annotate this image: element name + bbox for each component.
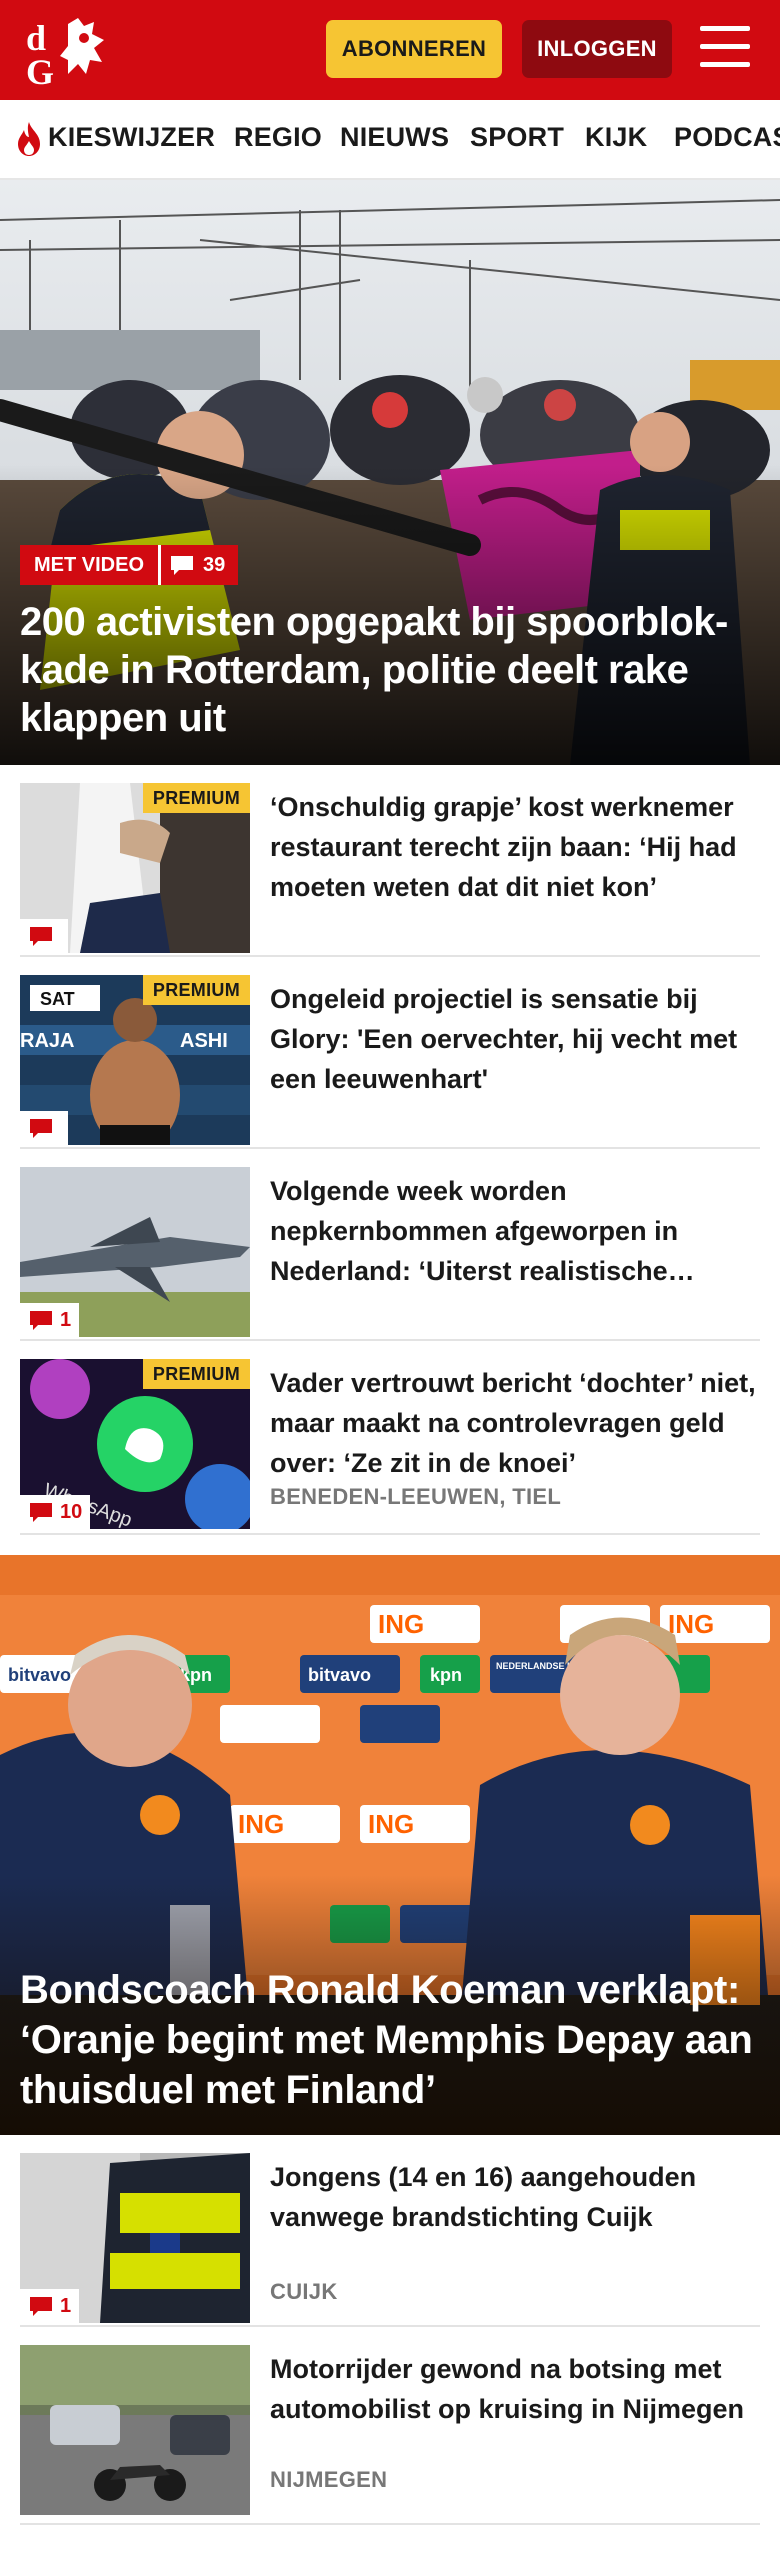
comment-badge[interactable]: 1 — [20, 1303, 80, 1337]
nav-item-sport[interactable]: SPORT — [470, 122, 564, 153]
article-thumbnail: 1 — [20, 1167, 250, 1337]
comment-badge[interactable] — [20, 919, 68, 953]
article-location: NIJMEGEN — [270, 2467, 388, 2492]
comment-badge[interactable]: 10 — [20, 1495, 91, 1529]
hamburger-menu-icon[interactable] — [700, 26, 752, 72]
nav-item-regio[interactable]: REGIO — [234, 122, 322, 153]
comment-icon — [30, 1311, 52, 1330]
article-headline[interactable]: Ongeleid projectiel is sensatie bij Glor… — [270, 979, 760, 1099]
svg-text:ASHI: ASHI — [180, 1030, 228, 1052]
article-thumbnail: 1 — [20, 2153, 250, 2323]
article-location: CUIJK — [270, 2279, 338, 2304]
premium-badge: PREMIUM — [142, 783, 250, 813]
svg-text:G: G — [26, 52, 54, 90]
article-thumbnail: WhatsApp PREMIUM 10 — [20, 1359, 250, 1529]
article-item[interactable]: 1 Volgende week worden nepkernbommen afg… — [20, 1149, 760, 1341]
featured-headline[interactable]: Bondscoach Ronald Koeman verklapt: ‘Oran… — [20, 1965, 770, 2115]
svg-text:SAT: SAT — [40, 989, 75, 1009]
svg-text:kpn: kpn — [430, 1665, 462, 1685]
article-thumbnail — [20, 2345, 250, 2515]
premium-badge: PREMIUM — [142, 975, 250, 1005]
flame-icon — [18, 122, 40, 156]
comment-count: 10 — [60, 1500, 83, 1523]
featured-article[interactable]: ING ING bitvavo kpn bitvavo kpn NEDERLAN… — [0, 1555, 780, 2135]
article-item[interactable]: 1 Jongens (14 en 16) aangehouden vanwege… — [20, 2135, 760, 2327]
article-thumbnail: SAT RAJA ASHI PREMIUM — [20, 975, 250, 1145]
video-badge: MET VIDEO — [20, 545, 159, 585]
comment-count: 1 — [60, 1308, 72, 1331]
article-item[interactable]: PREMIUM ‘Onschuldig grapje’ kost werknem… — [20, 765, 760, 957]
comment-count: 1 — [60, 2294, 72, 2317]
de-gelderlander-logo[interactable]: d G — [22, 14, 122, 90]
comment-icon — [30, 927, 52, 946]
svg-text:bitvavo: bitvavo — [308, 1665, 371, 1685]
nav-item-kijk[interactable]: KIJK — [585, 122, 647, 153]
article-headline[interactable]: Vader vertrouwt bericht ‘dochter’ niet, … — [270, 1363, 760, 1483]
banner-ing-text: ING — [378, 1609, 424, 1639]
svg-text:ING: ING — [668, 1609, 714, 1639]
article-headline[interactable]: Motorrijder gewond na botsing met automo… — [270, 2349, 760, 2429]
comment-count-badge[interactable]: 39 — [158, 545, 238, 585]
article-item[interactable]: SAT RAJA ASHI PREMIUM Ongeleid projectie… — [20, 957, 760, 1149]
svg-text:ING: ING — [368, 1809, 414, 1839]
nav-item-kieswijzer[interactable]: KIESWIJZER — [48, 122, 215, 153]
article-item[interactable]: Motorrijder gewond na botsing met automo… — [20, 2327, 760, 2525]
comment-badge[interactable]: 1 — [20, 2289, 80, 2323]
article-location: BENEDEN-LEEUWEN, TIEL — [270, 1484, 562, 1509]
premium-badge: PREMIUM — [142, 1359, 250, 1389]
article-headline[interactable]: Volgende week worden nepkernbommen afgew… — [270, 1171, 760, 1291]
article-headline[interactable]: Jongens (14 en 16) aangehouden vanwege b… — [270, 2157, 760, 2237]
comment-icon — [30, 1119, 52, 1138]
svg-text:RAJA: RAJA — [20, 1030, 74, 1052]
login-button[interactable]: INLOGGEN — [522, 20, 672, 78]
subscribe-button[interactable]: ABONNEREN — [326, 20, 502, 78]
article-thumbnail: PREMIUM — [20, 783, 250, 953]
nav-item-nieuws[interactable]: NIEUWS — [340, 122, 449, 153]
comment-icon — [171, 556, 193, 575]
banner-bitvavo-text: bitvavo — [8, 1665, 71, 1685]
svg-text:ING: ING — [238, 1809, 284, 1839]
article-headline[interactable]: ‘Onschuldig grapje’ kost werknemer resta… — [270, 787, 760, 907]
comment-icon — [30, 1503, 52, 1522]
section-nav: KIESWIJZER REGIO NIEUWS SPORT KIJK PODCA… — [0, 100, 780, 180]
hero-article[interactable]: MET VIDEO 39 200 activisten opgepakt bij… — [0, 180, 780, 765]
top-header: d G ABONNEREN INLOGGEN — [0, 0, 780, 100]
comment-count: 39 — [203, 553, 226, 576]
nav-item-podcast[interactable]: PODCAST — [674, 122, 780, 153]
hero-headline[interactable]: 200 activisten opgepakt bij spoorblok­ka… — [20, 598, 768, 742]
comment-badge[interactable] — [20, 1111, 68, 1145]
comment-icon — [30, 2297, 52, 2316]
article-item[interactable]: WhatsApp PREMIUM 10 Vader vertrouwt beri… — [20, 1341, 760, 1535]
